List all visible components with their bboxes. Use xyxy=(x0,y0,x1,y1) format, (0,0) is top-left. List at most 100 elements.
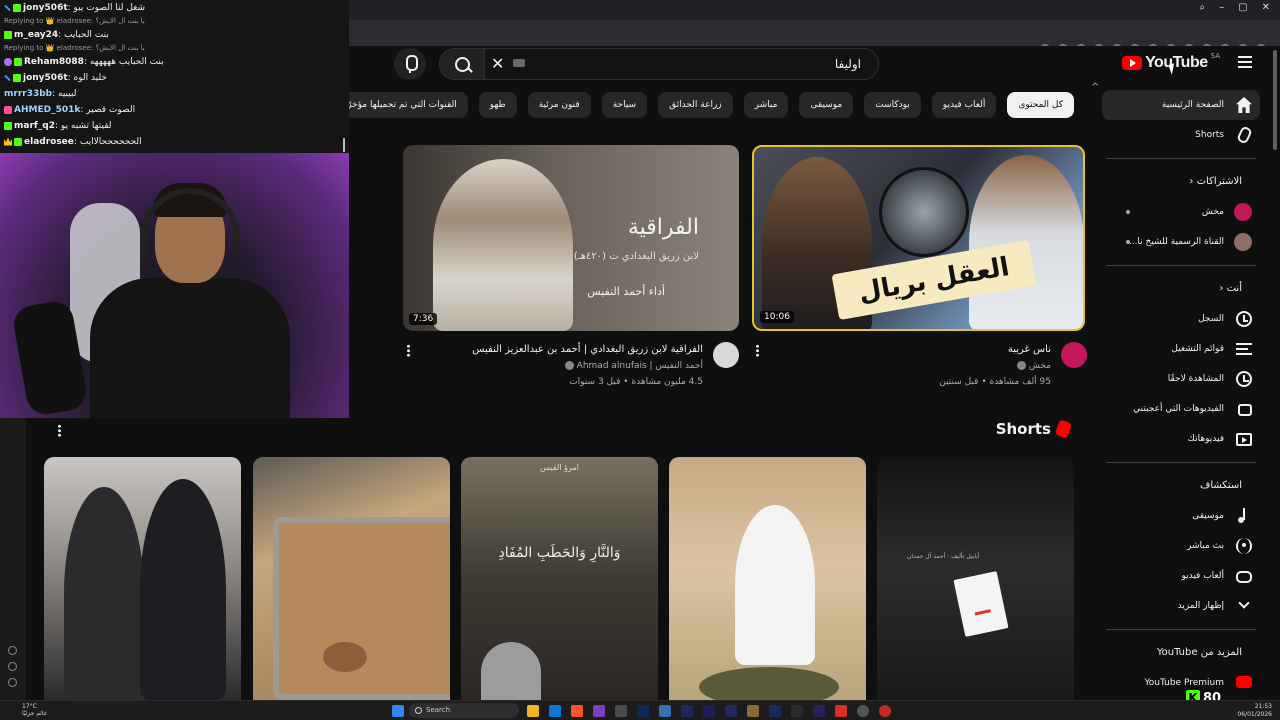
sidebar-section-title[interactable]: الاشتراكات ‹ xyxy=(1098,167,1270,197)
chat-username[interactable]: jony506t xyxy=(23,73,68,83)
sidebar-item[interactable]: YouTube Premium xyxy=(1098,668,1270,698)
short-thumbnail[interactable]: امرؤ القيس وَالنَّارِ وَالحَطَبِ المُفَا… xyxy=(461,457,658,700)
settings-icon[interactable] xyxy=(8,678,17,687)
chat-username[interactable]: Reham8088 xyxy=(24,57,84,67)
short-thumbnail[interactable] xyxy=(669,457,866,700)
sidebar-section-title-text: استكشاف xyxy=(1199,480,1242,491)
video-thumbnail[interactable]: الفراقية لابن زريق البغدادي ت (٤٢٠هـ) أد… xyxy=(403,145,739,331)
sidebar-item[interactable]: الصفحة الرئيسية xyxy=(1102,90,1260,120)
sidebar-item[interactable]: ألعاب فيديو xyxy=(1098,561,1270,591)
brave-icon[interactable] xyxy=(571,705,583,717)
app-icon[interactable] xyxy=(615,705,627,717)
chat-username[interactable]: eladrosee xyxy=(24,137,74,147)
filter-chip[interactable]: القنوات التي تم تحميلها مؤخرًا xyxy=(349,92,468,118)
channel-avatar[interactable] xyxy=(1061,342,1087,368)
new-content-dot xyxy=(1126,210,1130,214)
sidebar-section-title[interactable]: أنت ‹ xyxy=(1098,274,1270,304)
after-effects-icon[interactable] xyxy=(703,705,715,717)
video-title[interactable]: الفراقية لابن زريق البغدادي | أحمد بن عب… xyxy=(472,344,703,355)
sidebar-item[interactable]: السجل xyxy=(1098,304,1270,334)
minimize-icon[interactable]: – xyxy=(1219,2,1224,13)
filter-chip[interactable]: ألعاب فيديو xyxy=(931,92,997,118)
chat-message: mrrr33bb: لبيبيه xyxy=(0,86,349,102)
channel-name[interactable]: مخش xyxy=(1014,361,1051,371)
filter-chip[interactable]: بودكاست xyxy=(864,92,921,118)
vscode-icon[interactable] xyxy=(549,705,561,717)
filter-chip[interactable]: سياحة xyxy=(601,92,648,118)
filter-chip[interactable]: فنون مرئية xyxy=(527,92,591,118)
premiere-icon[interactable] xyxy=(813,705,825,717)
chat-text: الصوت قصير xyxy=(86,105,136,115)
channel-avatar[interactable] xyxy=(713,342,739,368)
taskbar-search[interactable]: Search xyxy=(409,703,519,718)
sidebar-item[interactable]: Shorts xyxy=(1098,120,1270,150)
clock[interactable]: 21:53 06/01/2026 xyxy=(1237,703,1272,719)
sidebar-item[interactable]: فيديوهاتك xyxy=(1098,424,1270,454)
filter-chip[interactable]: موسيقى xyxy=(799,92,854,118)
search-input[interactable] xyxy=(519,48,879,80)
short-thumbnail[interactable] xyxy=(44,457,241,700)
more-options-icon[interactable] xyxy=(407,344,410,357)
app-icon[interactable] xyxy=(835,705,847,717)
channel-name[interactable]: أحمد النفيس | Ahmad alnufais xyxy=(562,361,703,371)
maximize-icon[interactable]: ▢ xyxy=(1238,2,1247,13)
obs-icon[interactable] xyxy=(857,705,869,717)
sidebar-item[interactable]: المشاهدة لاحقًا xyxy=(1098,364,1270,394)
info-icon[interactable] xyxy=(8,662,17,671)
sidebar-item[interactable]: مخش xyxy=(1098,197,1270,227)
sidebar-item[interactable]: إظهار المزيد xyxy=(1098,591,1270,621)
page-scrollbar[interactable] xyxy=(1272,46,1278,166)
chat-scrollbar[interactable] xyxy=(343,138,345,152)
chat-text: بنت الحبايب xyxy=(64,30,109,40)
short-thumbnail[interactable]: أبابيل تأليف : أحمد آل حمدان xyxy=(877,457,1074,700)
app-icon[interactable] xyxy=(747,705,759,717)
app-icon[interactable] xyxy=(879,705,891,717)
keyboard-icon[interactable] xyxy=(513,59,525,67)
k-badge-icon xyxy=(13,3,21,12)
heart-icon[interactable] xyxy=(8,646,17,655)
filter-chip[interactable]: مباشر xyxy=(743,92,789,118)
more-options-icon[interactable] xyxy=(756,344,759,357)
close-icon[interactable]: ✕ xyxy=(1262,2,1270,13)
sidebar-item[interactable]: الفيديوهات التي أعجبتني xyxy=(1098,394,1270,424)
audition-icon[interactable] xyxy=(769,705,781,717)
chat-text: خليد الوه xyxy=(73,73,107,83)
sidebar-item[interactable]: القناة الرسمية للشيخ نا... xyxy=(1098,227,1270,257)
file-explorer-icon[interactable] xyxy=(527,705,539,717)
thumbnail-subtitle: لابن زريق البغدادي ت (٤٢٠هـ) xyxy=(573,251,699,262)
weather-widget[interactable]: 17°C غائم جزئيًا xyxy=(22,703,47,717)
clear-search-icon[interactable]: ✕ xyxy=(491,54,504,73)
video-title[interactable]: ناس غريبة xyxy=(1008,344,1051,355)
more-options-icon[interactable] xyxy=(58,424,61,437)
menu-icon[interactable] xyxy=(1238,56,1252,68)
short-top-text: امرؤ القيس xyxy=(540,463,579,472)
video-thumbnail[interactable]: العقل بريال 10:06 xyxy=(752,145,1085,331)
search-button[interactable] xyxy=(439,48,485,80)
home-icon xyxy=(1236,97,1252,113)
sidebar: الصفحة الرئيسية Shorts الاشتراكات ‹ مخش القن… xyxy=(1098,90,1270,700)
photoshop-icon[interactable] xyxy=(637,705,649,717)
country-code: SA xyxy=(1210,52,1220,60)
sidebar-item[interactable]: بث مباشر xyxy=(1098,531,1270,561)
chat-username[interactable]: mrrr33bb xyxy=(4,89,52,99)
windows-start-icon[interactable] xyxy=(392,705,404,717)
short-thumbnail[interactable] xyxy=(253,457,450,700)
filter-chip[interactable]: زراعة الحدائق xyxy=(658,92,733,118)
app-icon[interactable] xyxy=(791,705,803,717)
verified-icon xyxy=(1016,361,1026,370)
sidebar-item[interactable]: قوائم التشغيل xyxy=(1098,334,1270,364)
chat-username[interactable]: AHMED_501k xyxy=(14,105,80,115)
audition-icon[interactable] xyxy=(681,705,693,717)
chat-username[interactable]: jony506t xyxy=(23,3,68,13)
media-encoder-icon[interactable] xyxy=(725,705,737,717)
chat-username[interactable]: marf_q2 xyxy=(14,121,55,131)
visual-studio-icon[interactable] xyxy=(593,705,605,717)
new-content-dot xyxy=(1126,240,1130,244)
filter-chip[interactable]: كل المحتوى xyxy=(1007,92,1074,118)
sidebar-item[interactable]: موسيقى xyxy=(1098,501,1270,531)
voice-search-button[interactable] xyxy=(394,48,426,80)
chat-username[interactable]: m_eay24 xyxy=(14,30,58,40)
filter-chip[interactable]: طهو xyxy=(478,92,517,118)
app-icon[interactable] xyxy=(659,705,671,717)
search-icon[interactable]: ⌕ xyxy=(1200,2,1206,13)
